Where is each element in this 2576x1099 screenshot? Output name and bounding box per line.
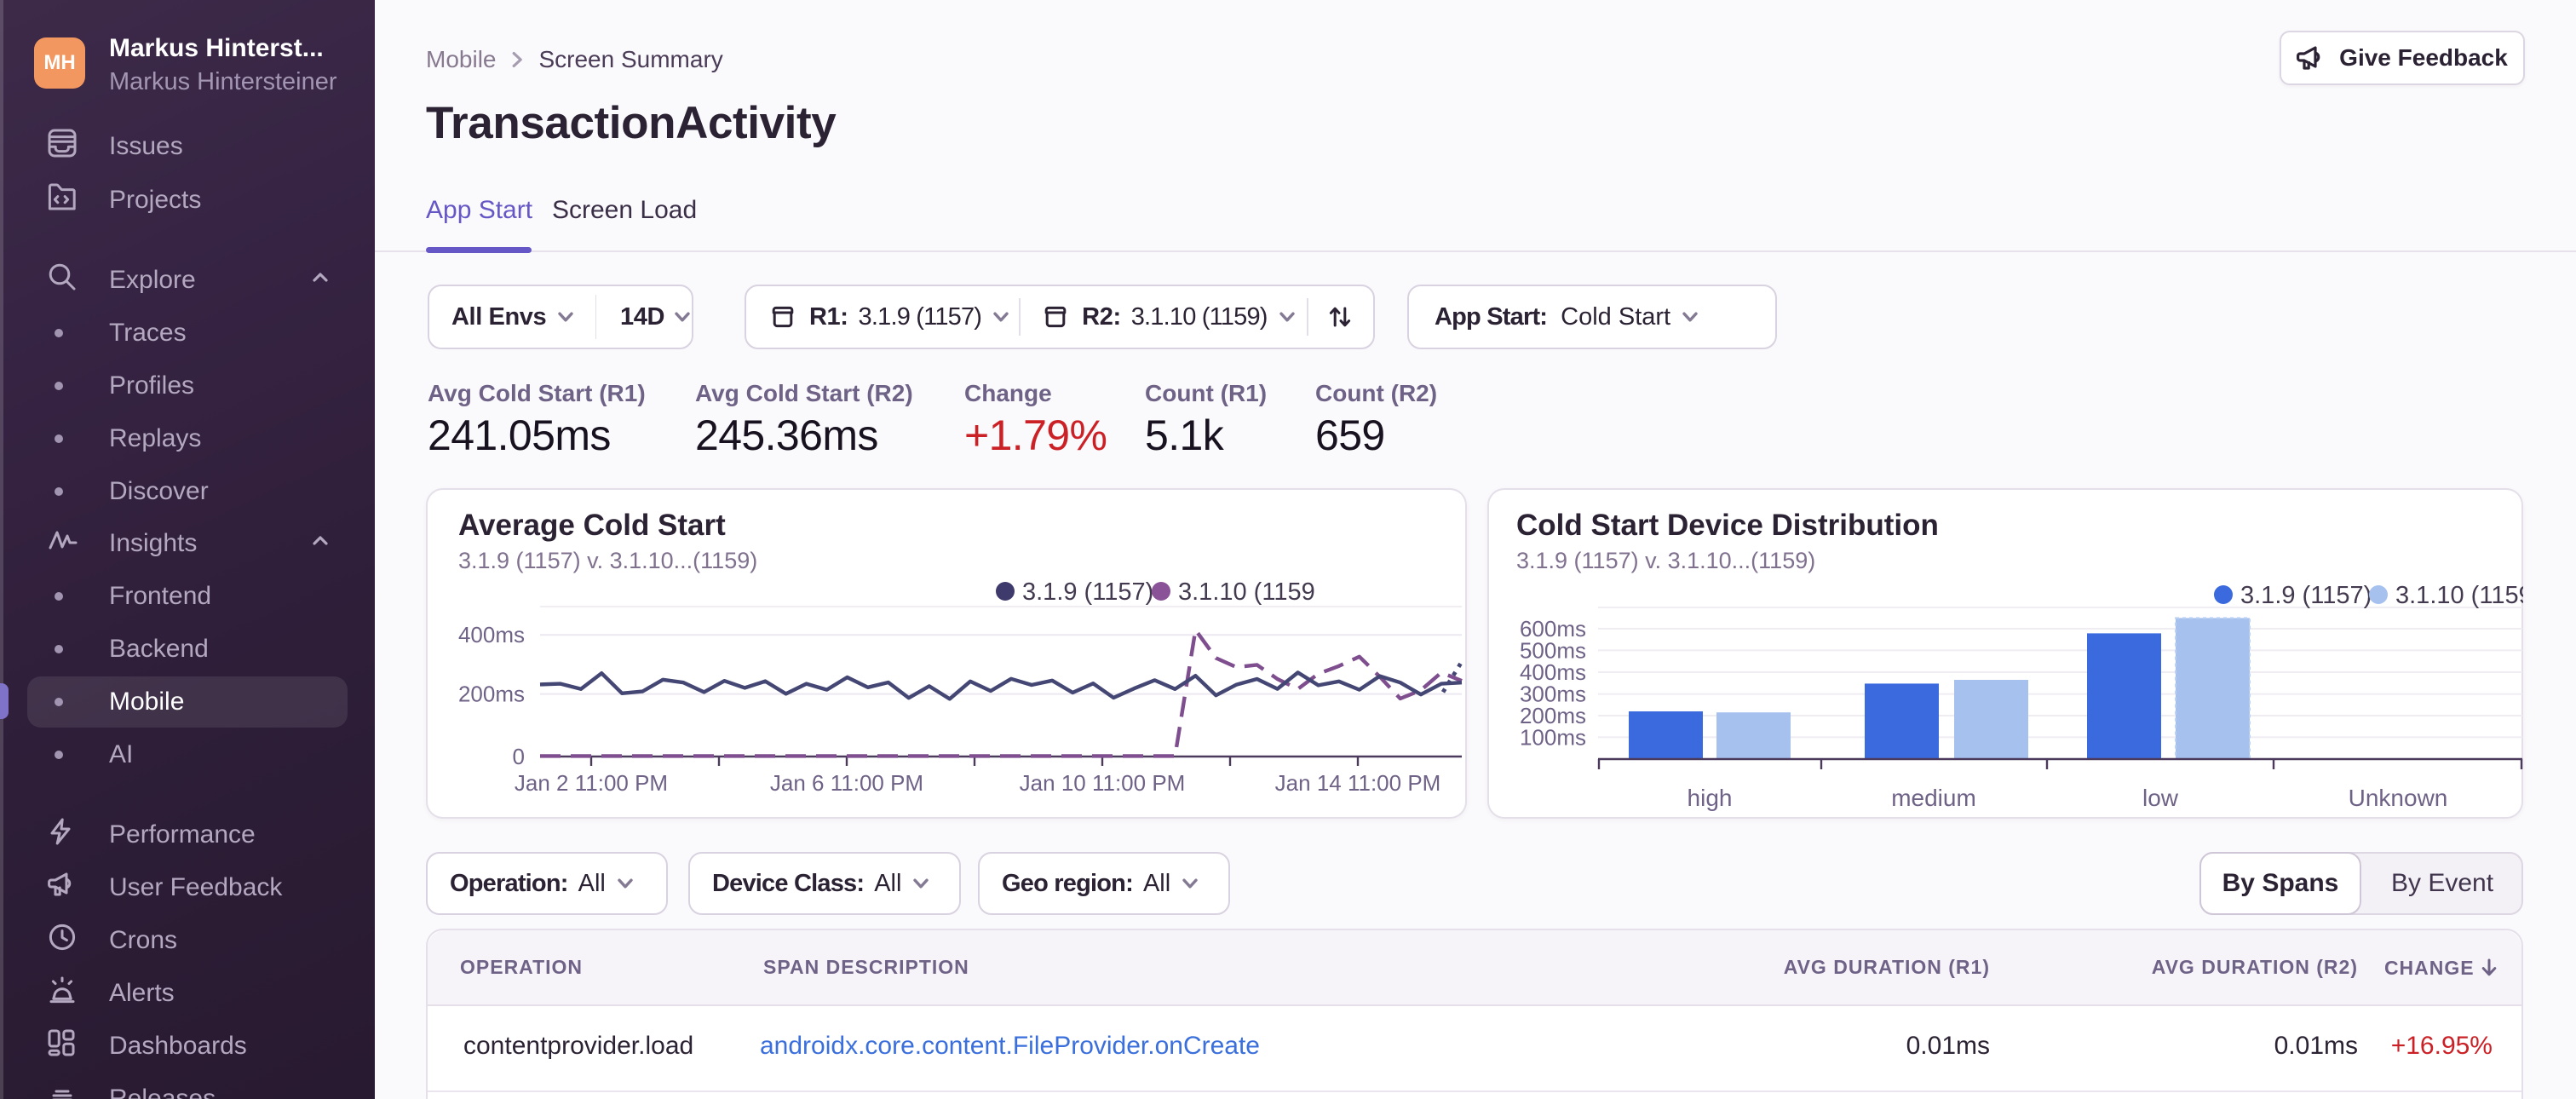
svg-text:3.1.10 (1159: 3.1.10 (1159 xyxy=(1178,578,1315,606)
svg-text:400ms: 400ms xyxy=(458,622,525,647)
svg-text:3.1.9 (1157): 3.1.9 (1157) xyxy=(1022,578,1153,606)
svg-text:Unknown: Unknown xyxy=(2349,785,2448,811)
svg-text:3.1.9 (1157): 3.1.9 (1157) xyxy=(2240,582,2372,609)
svg-text:Jan 14 11:00 PM: Jan 14 11:00 PM xyxy=(1275,770,1441,796)
svg-text:Jan 6 11:00 PM: Jan 6 11:00 PM xyxy=(770,770,923,796)
svg-text:Jan 10 11:00 PM: Jan 10 11:00 PM xyxy=(1020,770,1186,796)
svg-text:low: low xyxy=(2142,785,2179,811)
svg-text:3.1.10 (1159: 3.1.10 (1159 xyxy=(2395,582,2523,609)
svg-text:500ms: 500ms xyxy=(1520,638,1586,664)
svg-text:medium: medium xyxy=(1891,785,1976,811)
svg-text:600ms: 600ms xyxy=(1520,616,1586,642)
svg-text:200ms: 200ms xyxy=(1520,703,1586,728)
svg-text:0: 0 xyxy=(513,744,525,769)
svg-text:Jan 2 11:00 PM: Jan 2 11:00 PM xyxy=(515,770,668,796)
svg-text:high: high xyxy=(1688,785,1733,811)
svg-text:200ms: 200ms xyxy=(458,682,525,707)
svg-text:100ms: 100ms xyxy=(1520,725,1586,751)
